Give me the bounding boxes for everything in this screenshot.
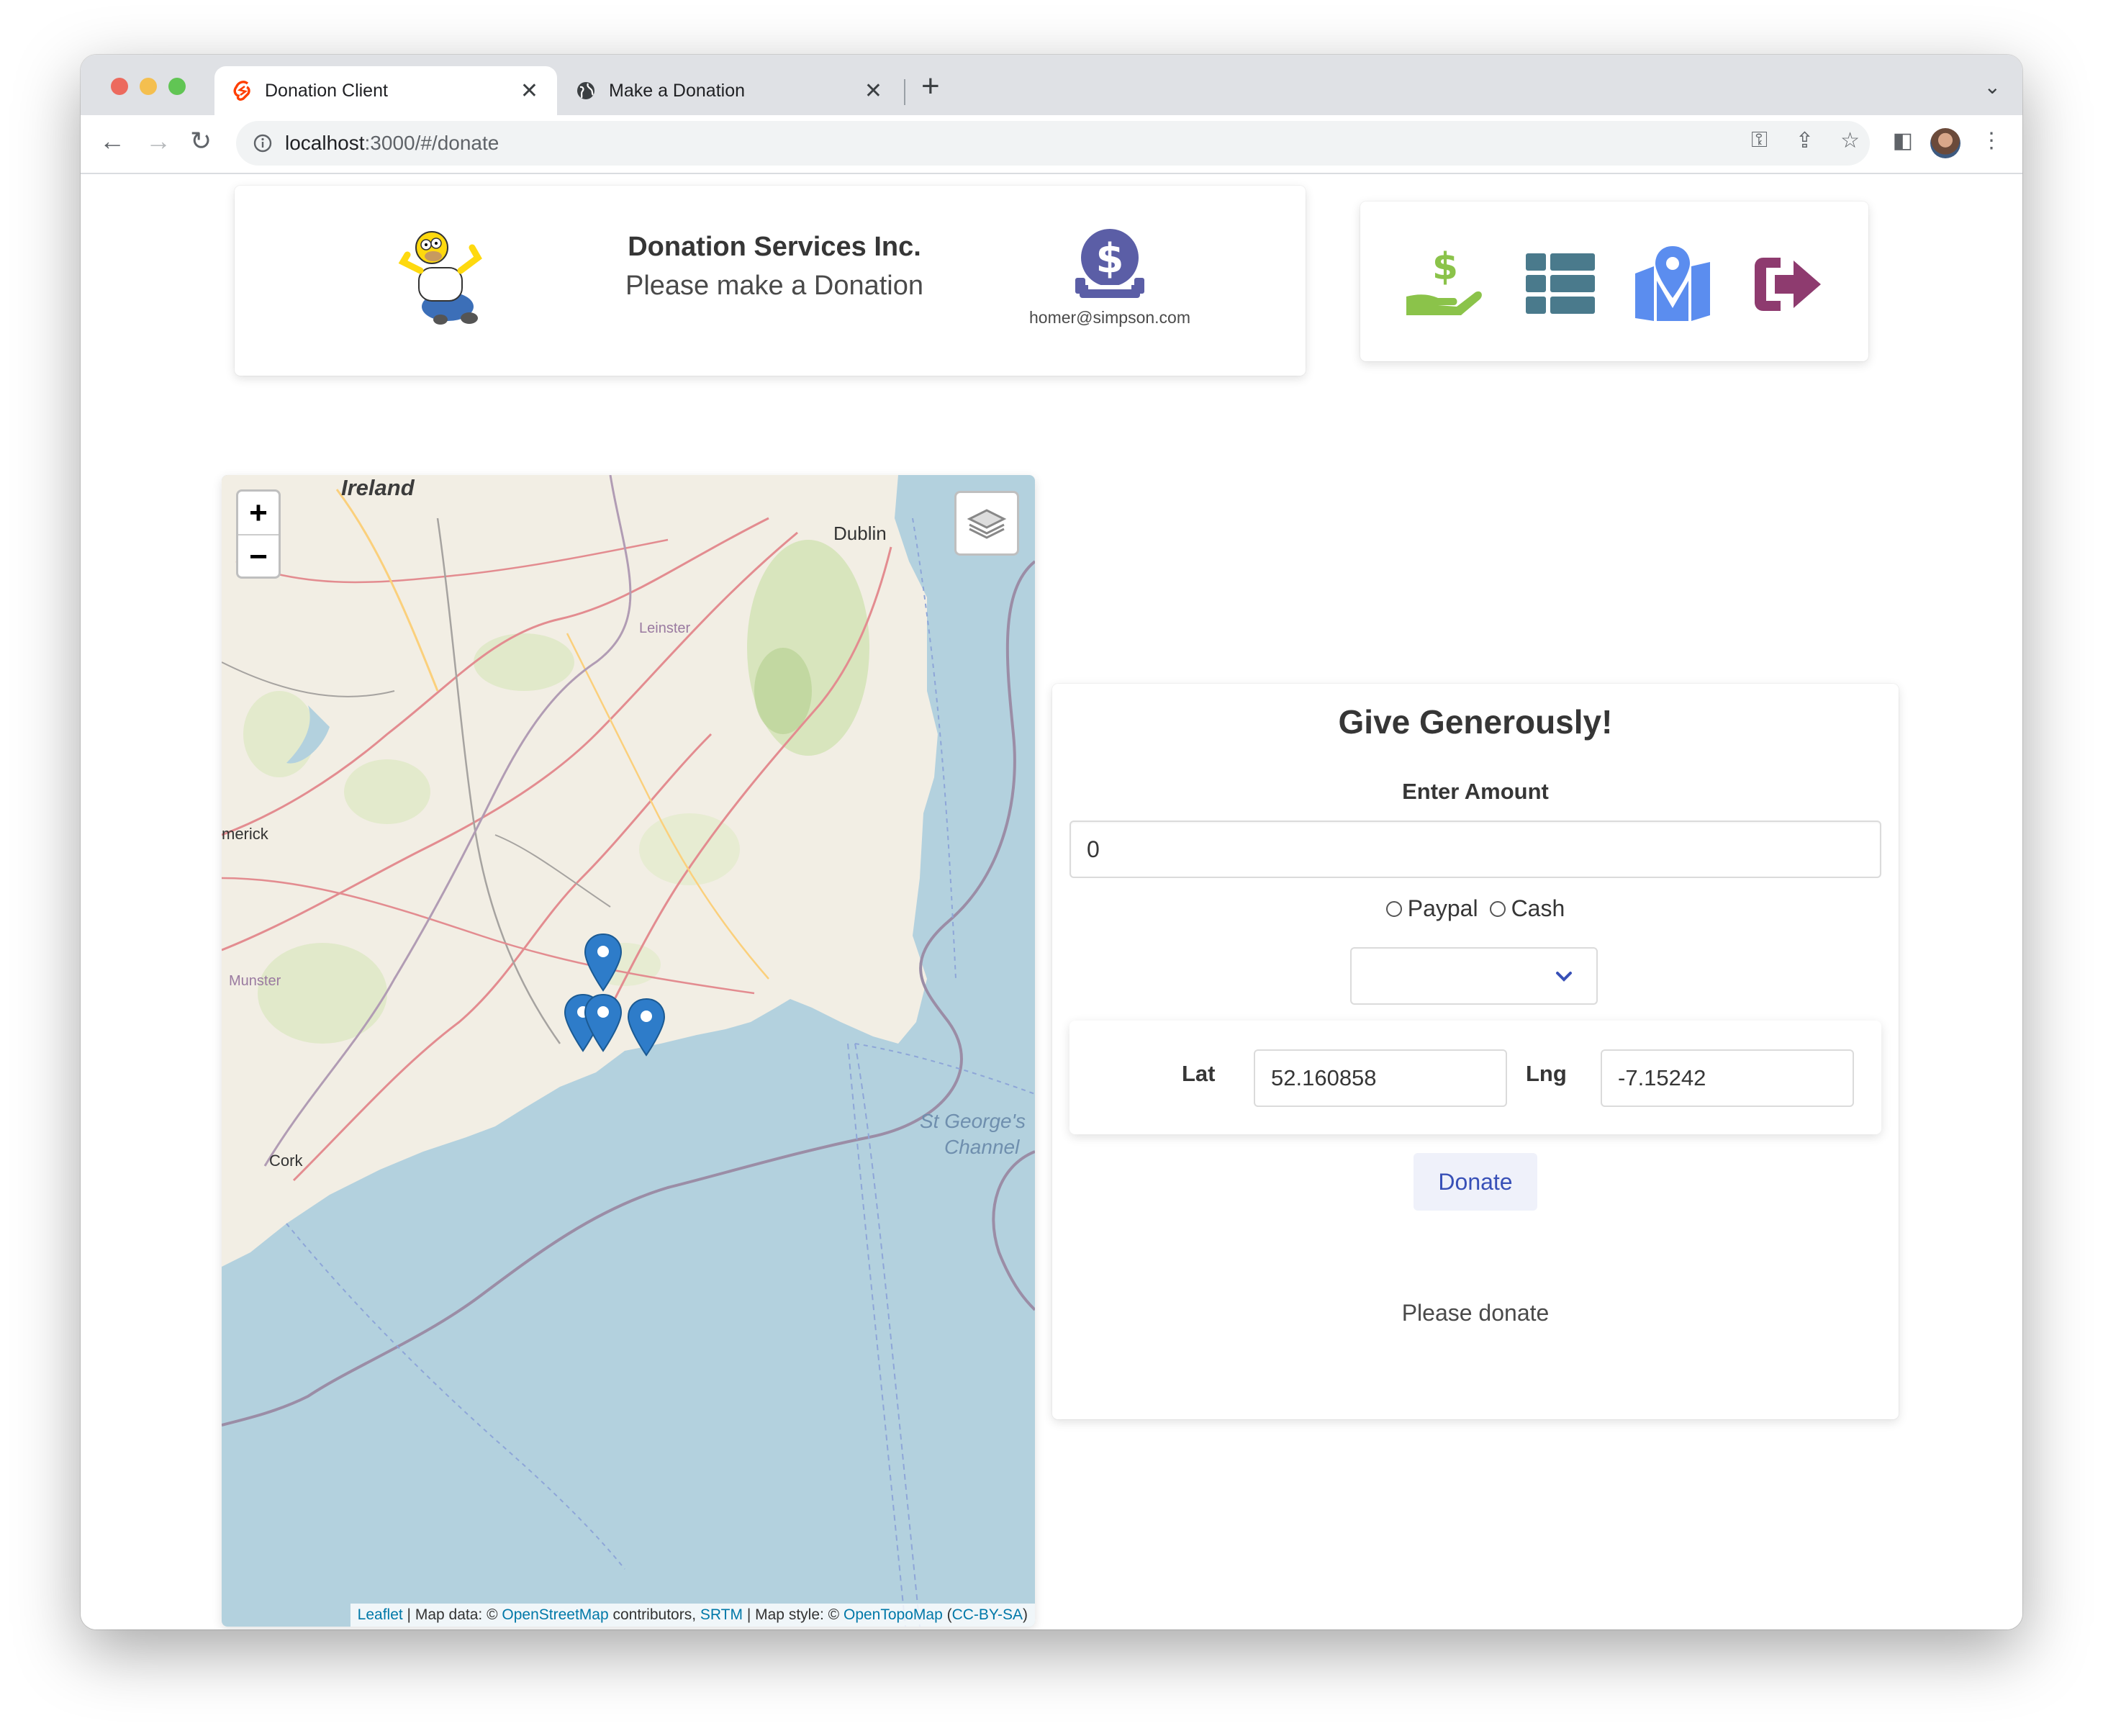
donate-button[interactable]: Donate <box>1414 1153 1537 1211</box>
attribution-text: | Map data: © <box>402 1606 502 1623</box>
svg-text:$: $ <box>1096 235 1124 282</box>
close-window-button[interactable] <box>111 78 128 95</box>
radio-button[interactable] <box>1489 900 1506 917</box>
profile-avatar[interactable] <box>1930 128 1960 158</box>
map-label-dublin: Dublin <box>833 523 887 544</box>
reload-icon[interactable]: ↻ <box>190 127 212 155</box>
minimize-window-button[interactable] <box>140 78 157 95</box>
openstreetmap-link[interactable]: OpenStreetMap <box>502 1606 608 1623</box>
map-attribution: Leaflet | Map data: © OpenStreetMap cont… <box>350 1604 1035 1627</box>
map-marker-icon[interactable] <box>1632 243 1713 324</box>
zoom-out-button[interactable]: − <box>238 535 279 578</box>
radio-label-paypal: Paypal <box>1407 895 1478 921</box>
map-label-limerick: merick <box>222 825 268 843</box>
donate-form-card: Give Generously! Enter Amount Paypal Cas… <box>1052 684 1899 1419</box>
map-label-leinster: Leinster <box>639 620 691 636</box>
status-message: Please donate <box>1401 1300 1550 1326</box>
tab-make-a-donation[interactable]: Make a Donation ✕ <box>557 66 901 115</box>
license-link[interactable]: CC-BY-SA <box>952 1606 1023 1623</box>
browser-toolbar: ← → ↻ localhost:3000/#/donate ⚿ ⇪ ☆ ◧ ⋮ <box>81 115 2022 174</box>
attribution-text: ( <box>942 1606 952 1623</box>
layers-icon <box>967 509 1007 539</box>
radio-label-cash: Cash <box>1511 895 1565 921</box>
zoom-control: + − <box>236 489 281 579</box>
tab-title: Donation Client <box>265 80 388 101</box>
password-key-icon[interactable]: ⚿ <box>1751 128 1768 153</box>
chevron-down-icon <box>1556 972 1572 982</box>
lng-label: Lng <box>1526 1061 1567 1086</box>
location-box: Lat Lng <box>1069 1021 1881 1134</box>
share-icon[interactable]: ⇪ <box>1796 128 1814 153</box>
tab-strip: Donation Client ✕ Make a Donation ✕ + ⌄ <box>81 55 2022 115</box>
lng-input[interactable] <box>1601 1049 1854 1107</box>
tab-donation-client[interactable]: Donation Client ✕ <box>214 66 557 115</box>
back-arrow-icon[interactable]: ← <box>99 127 125 155</box>
map-label-st-georges: St George's <box>920 1110 1026 1132</box>
amount-label: Enter Amount <box>1402 779 1549 804</box>
bookmark-star-icon[interactable]: ☆ <box>1840 128 1860 153</box>
user-email: homer@simpson.com <box>1028 308 1191 327</box>
amount-input[interactable] <box>1069 820 1881 878</box>
address-bar[interactable]: localhost:3000/#/donate <box>236 121 1870 166</box>
close-tab-icon[interactable]: ✕ <box>520 78 538 104</box>
homer-logo-image <box>398 231 482 325</box>
donation-dollar-icon: $ <box>1075 229 1144 298</box>
site-info-icon[interactable] <box>253 134 272 153</box>
logout-icon[interactable] <box>1746 243 1827 324</box>
browser-window: Donation Client ✕ Make a Donation ✕ + ⌄ … <box>81 55 2022 1629</box>
page-content: Donation Services Inc. Please make a Don… <box>81 174 2022 1629</box>
side-panel-icon[interactable]: ◧ <box>1893 128 1913 153</box>
forward-arrow-icon[interactable]: → <box>145 127 171 155</box>
attribution-text: contributors, <box>608 1606 700 1623</box>
globe-icon <box>577 82 594 99</box>
map-label-cork: Cork <box>269 1152 303 1170</box>
nav-card: $ <box>1360 202 1868 361</box>
zoom-in-button[interactable]: + <box>238 492 279 535</box>
svg-text:$: $ <box>1432 245 1458 289</box>
new-tab-plus-icon[interactable]: + <box>921 71 940 102</box>
map-marker-pin[interactable] <box>583 933 623 992</box>
radio-paypal[interactable]: Paypal <box>1385 895 1478 922</box>
brand-title: Donation Services Inc. <box>628 232 921 262</box>
close-tab-icon[interactable]: ✕ <box>864 78 882 104</box>
map-view[interactable]: Ireland Dublin Leinster merick Munster C… <box>222 475 1035 1627</box>
url-path: :3000/#/donate <box>364 132 499 154</box>
header-card: Donation Services Inc. Please make a Don… <box>235 186 1306 376</box>
map-label-channel: Channel <box>944 1136 1020 1158</box>
candidate-select[interactable] <box>1350 947 1598 1005</box>
maximize-window-button[interactable] <box>168 78 186 95</box>
radio-button[interactable] <box>1385 900 1402 917</box>
radio-cash[interactable]: Cash <box>1489 895 1565 922</box>
map-label-ireland: Ireland <box>341 475 415 500</box>
url-host: localhost <box>285 132 365 154</box>
leaflet-link[interactable]: Leaflet <box>358 1606 403 1623</box>
form-title: Give Generously! <box>1338 703 1613 741</box>
lat-input[interactable] <box>1254 1049 1507 1107</box>
lat-label: Lat <box>1182 1061 1216 1086</box>
map-label-munster: Munster <box>229 973 281 989</box>
map-marker-pin[interactable] <box>626 998 666 1057</box>
browser-menu-icon[interactable]: ⋮ <box>1981 128 2002 153</box>
srtm-link[interactable]: SRTM <box>700 1606 743 1623</box>
opentopomap-link[interactable]: OpenTopoMap <box>844 1606 943 1623</box>
attribution-text: ) <box>1023 1606 1028 1623</box>
tab-separator <box>904 79 905 105</box>
donate-hand-dollar-icon[interactable]: $ <box>1403 243 1484 324</box>
layers-control-button[interactable] <box>954 491 1019 556</box>
svelte-icon <box>233 81 250 101</box>
report-table-icon[interactable] <box>1520 243 1601 324</box>
tab-title: Make a Donation <box>609 80 746 101</box>
map-marker-pin[interactable] <box>583 993 623 1052</box>
brand-subtitle: Please make a Donation <box>625 271 924 301</box>
payment-method-group: Paypal Cash <box>1052 895 1899 922</box>
attribution-text: | Map style: © <box>743 1606 844 1623</box>
tab-search-chevron-icon[interactable]: ⌄ <box>1984 75 2001 99</box>
